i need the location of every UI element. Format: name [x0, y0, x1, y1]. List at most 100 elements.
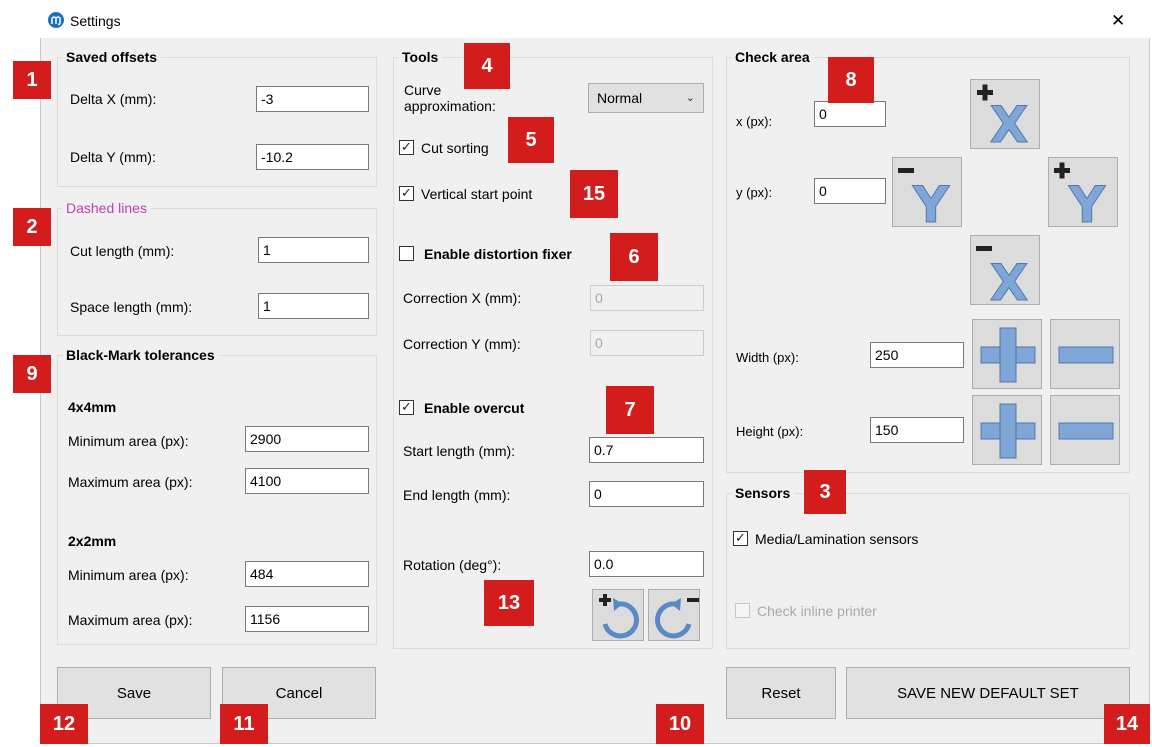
g2-min-area-input[interactable]	[245, 561, 369, 587]
vertical-start-checkbox[interactable]: ✓	[399, 186, 414, 201]
app-logo-icon	[48, 12, 64, 28]
curve-approximation-value: Normal	[597, 90, 643, 106]
g1-max-area-input[interactable]	[245, 468, 369, 494]
vertical-start-label: Vertical start point	[421, 186, 533, 202]
correction-x-input	[590, 285, 704, 311]
close-icon[interactable]: ✕	[1111, 11, 1125, 31]
x-plus-icon: X	[977, 84, 1029, 150]
badge-6: 6	[610, 233, 658, 281]
svg-text:Y: Y	[1068, 176, 1106, 228]
g2-max-area-input[interactable]	[245, 606, 369, 632]
reset-button[interactable]: Reset	[726, 667, 836, 719]
sensors-group	[726, 493, 1130, 649]
space-length-input[interactable]	[258, 293, 369, 319]
x-px-input[interactable]	[814, 101, 886, 127]
correction-y-label: Correction Y (mm):	[403, 336, 521, 352]
svg-text:X: X	[990, 254, 1029, 306]
window-title: Settings	[70, 13, 121, 29]
width-minus-button[interactable]	[1050, 319, 1120, 389]
width-px-input[interactable]	[870, 342, 964, 368]
media-lamination-label: Media/Lamination sensors	[755, 531, 919, 547]
x-minus-button[interactable]: X	[970, 235, 1040, 306]
save-new-default-set-button[interactable]: SAVE NEW DEFAULT SET	[846, 667, 1130, 719]
badge-8: 8	[828, 57, 874, 103]
inline-printer-label: Check inline printer	[757, 603, 877, 619]
rotate-clockwise-icon	[599, 594, 639, 639]
media-lamination-checkbox[interactable]: ✓	[733, 531, 748, 546]
distortion-fixer-label: Enable distortion fixer	[424, 246, 572, 262]
group-4x4-title: 4x4mm	[68, 399, 117, 415]
badge-5: 5	[508, 117, 554, 163]
chevron-down-icon: ⌄	[685, 92, 695, 104]
minus-icon	[1058, 422, 1114, 440]
y-plus-icon: Y	[1054, 162, 1106, 228]
y-px-input[interactable]	[814, 178, 886, 204]
curve-label-line2: approximation:	[404, 98, 496, 114]
badge-14: 14	[1104, 704, 1150, 744]
width-px-label: Width (px):	[736, 350, 799, 365]
badge-12: 12	[40, 704, 88, 744]
badge-4: 4	[464, 43, 510, 89]
g1-min-area-input[interactable]	[245, 426, 369, 452]
rotation-label: Rotation (deg°):	[403, 557, 502, 573]
start-length-label: Start length (mm):	[403, 443, 516, 459]
y-minus-icon: Y	[898, 168, 950, 228]
cut-sorting-label: Cut sorting	[421, 140, 489, 156]
tools-legend: Tools	[399, 49, 443, 65]
badge-7: 7	[606, 386, 654, 434]
badge-15: 15	[570, 170, 618, 218]
cut-length-label: Cut length (mm):	[70, 243, 175, 259]
x-plus-button[interactable]: X	[970, 79, 1040, 150]
space-length-label: Space length (mm):	[70, 299, 193, 315]
check-area-legend: Check area	[732, 49, 814, 65]
start-length-input[interactable]	[589, 437, 704, 463]
badge-10: 10	[656, 704, 704, 744]
svg-text:X: X	[990, 96, 1029, 150]
height-px-label: Height (px):	[736, 424, 804, 439]
delta-y-label: Delta Y (mm):	[70, 149, 156, 165]
rotation-input[interactable]	[589, 551, 704, 577]
cut-length-input[interactable]	[258, 237, 369, 263]
correction-x-label: Correction X (mm):	[403, 290, 522, 306]
title-bar	[40, 4, 1150, 38]
g2-min-area-label: Minimum area (px):	[68, 567, 189, 583]
rotate-minus-button[interactable]	[648, 589, 700, 641]
overcut-label: Enable overcut	[424, 400, 525, 416]
y-px-label: y (px):	[736, 185, 773, 200]
height-px-input[interactable]	[870, 417, 964, 443]
correction-y-input	[590, 330, 704, 356]
delta-x-input[interactable]	[256, 86, 369, 112]
x-minus-icon: X	[976, 246, 1029, 306]
end-length-input[interactable]	[589, 481, 704, 507]
black-mark-legend: Black-Mark tolerances	[63, 347, 219, 363]
distortion-fixer-checkbox[interactable]	[399, 246, 414, 261]
end-length-label: End length (mm):	[403, 487, 511, 503]
delta-y-input[interactable]	[256, 144, 369, 170]
width-plus-button[interactable]	[972, 319, 1042, 389]
height-minus-button[interactable]	[1050, 395, 1120, 465]
plus-icon	[980, 327, 1036, 383]
badge-13: 13	[484, 580, 534, 626]
sensors-legend: Sensors	[732, 485, 795, 501]
rotate-plus-button[interactable]	[592, 589, 644, 641]
minus-icon	[1058, 346, 1114, 364]
curve-label-line1: Curve	[404, 82, 442, 98]
badge-11: 11	[220, 704, 268, 744]
y-plus-button[interactable]: Y	[1048, 157, 1118, 228]
badge-2: 2	[13, 208, 51, 246]
dashed-lines-legend: Dashed lines	[63, 200, 151, 216]
badge-9: 9	[13, 355, 51, 393]
group-2x2-title: 2x2mm	[68, 533, 117, 549]
height-plus-button[interactable]	[972, 395, 1042, 465]
rotate-counterclockwise-icon	[655, 598, 699, 639]
x-px-label: x (px):	[736, 114, 773, 129]
y-minus-button[interactable]: Y	[892, 157, 962, 228]
inline-printer-checkbox	[735, 603, 750, 618]
cut-sorting-checkbox[interactable]: ✓	[399, 140, 414, 155]
curve-approximation-select[interactable]: Normal ⌄	[588, 83, 704, 113]
svg-text:Y: Y	[912, 176, 950, 228]
badge-3: 3	[804, 470, 846, 514]
g1-min-area-label: Minimum area (px):	[68, 433, 189, 449]
g2-max-area-label: Maximum area (px):	[68, 612, 193, 628]
overcut-checkbox[interactable]: ✓	[399, 400, 414, 415]
